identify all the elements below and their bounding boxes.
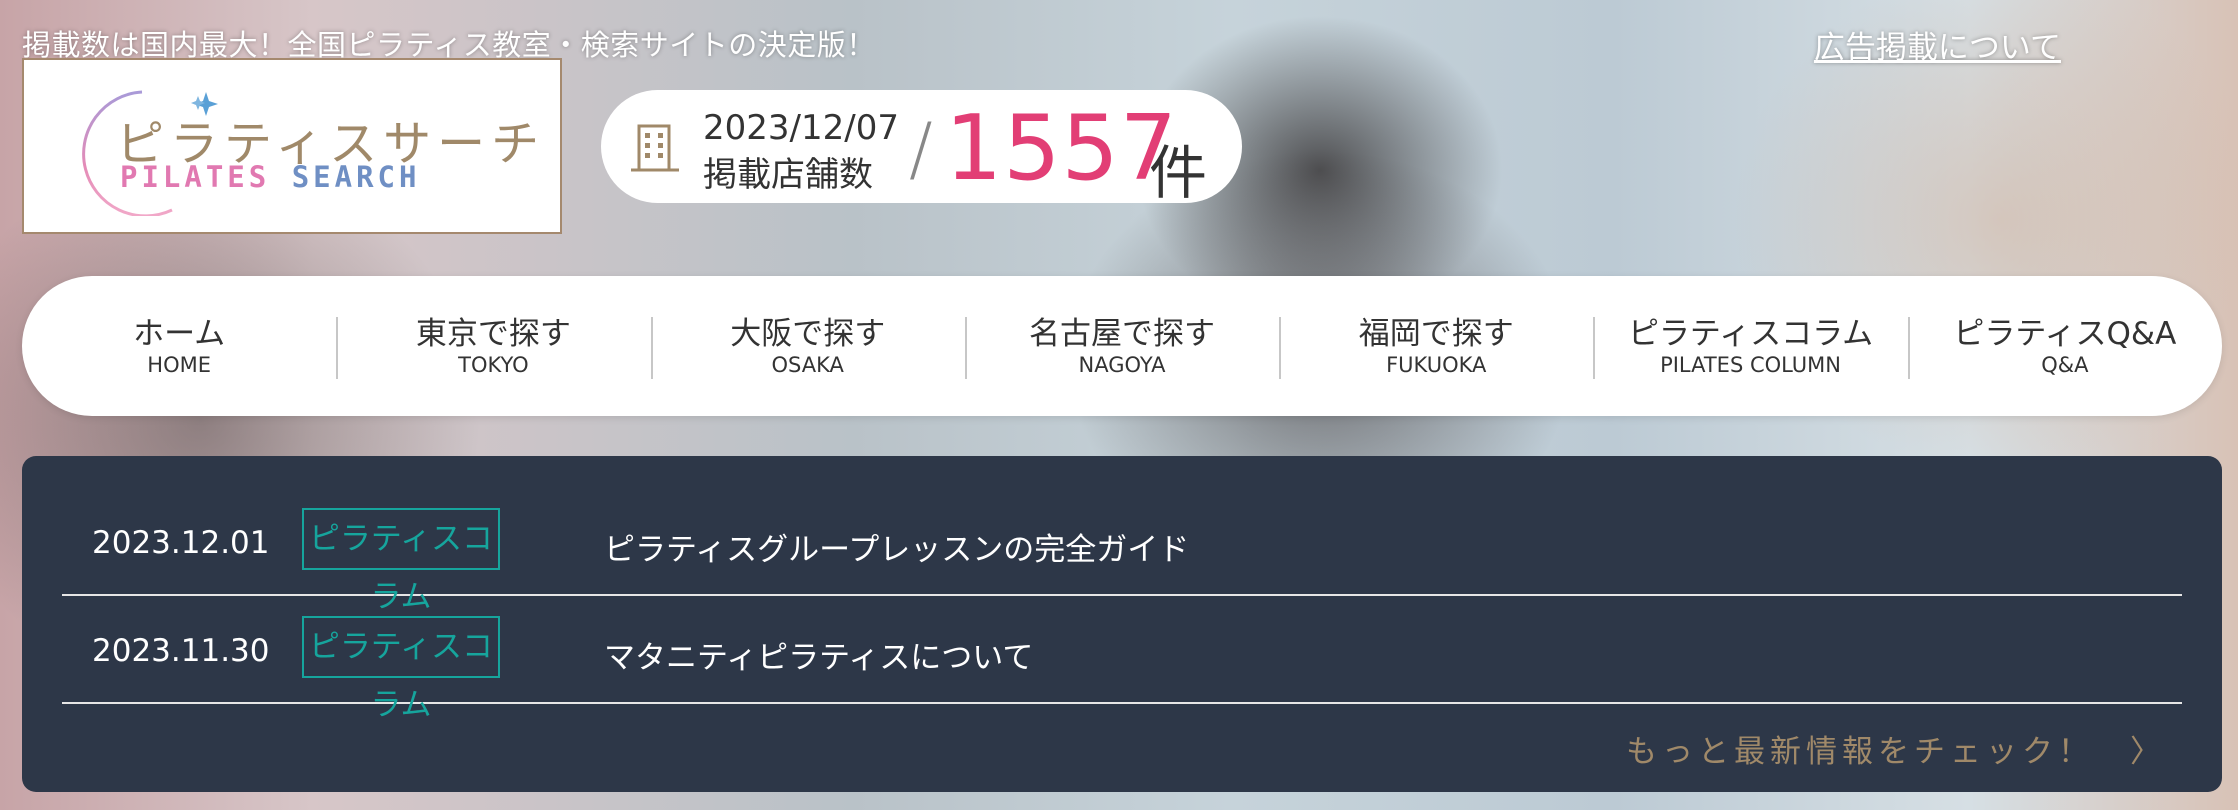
news-date: 2023.11.30	[92, 633, 270, 669]
store-count-number: 1557	[945, 96, 1179, 201]
store-count-unit: 件	[1149, 139, 1208, 207]
nav-sublabel: TOKYO	[458, 353, 529, 378]
news-item[interactable]: 2023.11.30 ピラティスコラム マタニティピラティスについて	[62, 594, 2182, 723]
nav-sublabel: PILATES COLUMN	[1660, 353, 1841, 378]
nav-item-qa[interactable]: ピラティスQ&A Q&A	[1907, 315, 2222, 379]
news-title-link[interactable]: マタニティピラティスについて	[604, 632, 1033, 677]
nav-label: ピラティスQ&A	[1953, 315, 2177, 352]
nav-sublabel: OSAKA	[771, 353, 844, 378]
logo-pilates-word: PILATES	[120, 160, 271, 194]
nav-item-osaka[interactable]: 大阪で探す OSAKA	[650, 315, 965, 379]
news-item[interactable]: 2023.12.01 ピラティスコラム ピラティスグループレッスンの完全ガイド	[62, 486, 2182, 615]
count-date: 2023/12/07	[703, 108, 899, 148]
nav-label: 名古屋で探す	[1028, 315, 1215, 352]
nav-sublabel: HOME	[147, 353, 211, 378]
logo-search-word: SEARCH	[291, 160, 421, 194]
news-title-link[interactable]: ピラティスグループレッスンの完全ガイド	[604, 524, 1189, 569]
logo-english-text: PILATES SEARCH	[120, 160, 420, 194]
nav-label: ピラティスコラム	[1627, 315, 1874, 352]
news-panel: 2023.12.01 ピラティスコラム ピラティスグループレッスンの完全ガイド …	[22, 456, 2222, 792]
site-logo[interactable]: ピラティスサーチ PILATES SEARCH	[22, 58, 562, 234]
store-count-badge: 2023/12/07 掲載店舗数 / 1557 件	[601, 90, 1242, 207]
nav-label: 東京で探す	[415, 315, 571, 352]
count-label: 掲載店舗数	[703, 155, 873, 195]
more-news-link[interactable]: もっと最新情報をチェック！ 〉	[1626, 726, 2166, 771]
nav-sublabel: FUKUOKA	[1386, 353, 1487, 378]
nav-item-home[interactable]: ホーム HOME	[22, 315, 336, 378]
main-navigation: ホーム HOME 東京で探す TOKYO 大阪で探す OSAKA 名古屋で探す …	[22, 276, 2222, 416]
nav-label: ホーム	[133, 315, 226, 352]
nav-label: 大阪で探す	[730, 315, 886, 352]
nav-item-fukuoka[interactable]: 福岡で探す FUKUOKA	[1279, 315, 1593, 379]
advertising-link[interactable]: 広告掲載について	[1814, 22, 2061, 67]
nav-sublabel: Q&A	[2041, 353, 2089, 378]
news-date: 2023.12.01	[92, 525, 270, 561]
count-divider: /	[909, 108, 933, 190]
nav-label: 福岡で探す	[1358, 315, 1514, 352]
nav-item-tokyo[interactable]: 東京で探す TOKYO	[336, 315, 650, 379]
news-category-tag[interactable]: ピラティスコラム	[302, 616, 500, 723]
news-category-tag[interactable]: ピラティスコラム	[302, 508, 500, 615]
nav-item-column[interactable]: ピラティスコラム PILATES COLUMN	[1593, 315, 1907, 379]
nav-sublabel: NAGOYA	[1078, 353, 1166, 378]
building-icon	[631, 124, 679, 172]
nav-item-nagoya[interactable]: 名古屋で探す NAGOYA	[964, 315, 1279, 379]
